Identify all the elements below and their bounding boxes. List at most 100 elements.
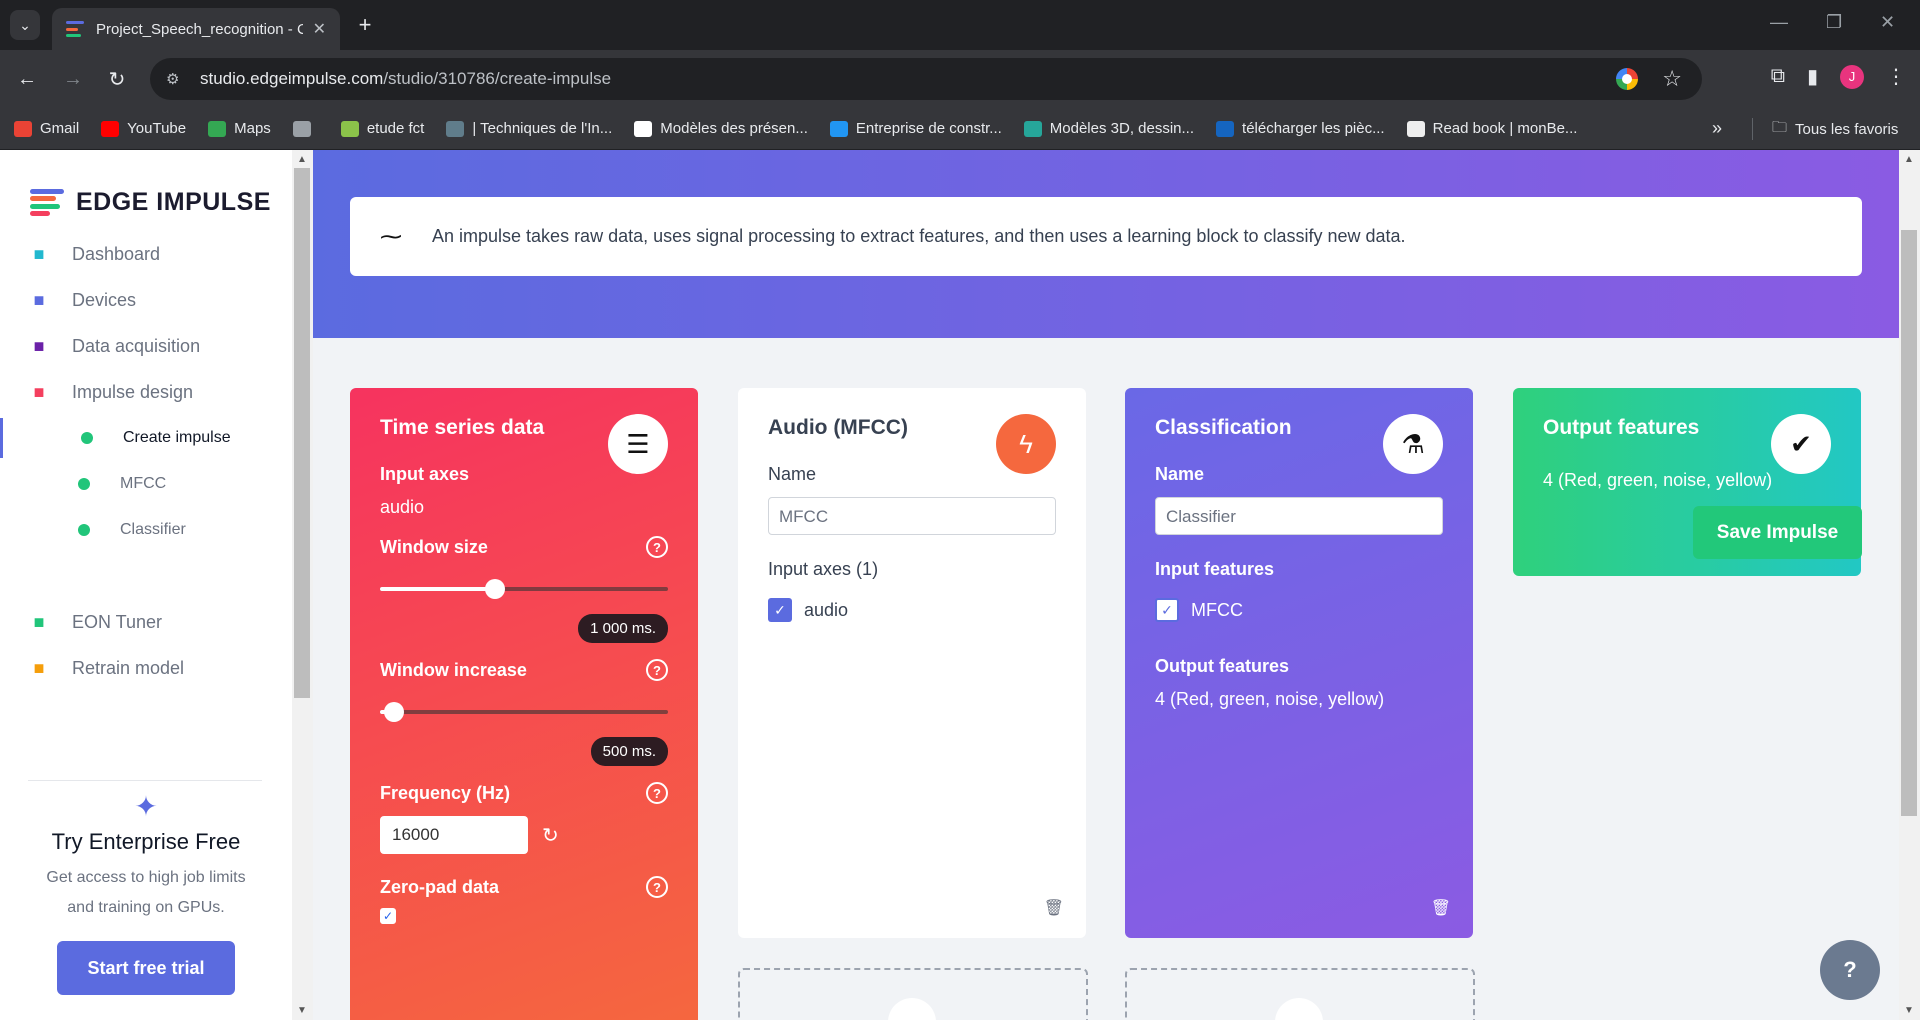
minimize-icon[interactable]: — [1770, 12, 1788, 33]
bookmark-item[interactable]: Modèles 3D, dessin... [1023, 120, 1194, 137]
scroll-down-icon[interactable]: ▼ [1904, 1005, 1914, 1016]
axis-checkbox[interactable]: ✓ [768, 598, 792, 622]
window-close-icon[interactable]: ✕ [1880, 12, 1895, 33]
window-size-value: 1 000 ms. [578, 614, 668, 643]
bookmark-star-icon[interactable]: ☆ [1662, 66, 1682, 92]
bookmark-item[interactable]: Gmail [14, 120, 79, 137]
enterprise-title: Try Enterprise Free [51, 829, 241, 854]
block-name-input[interactable]: MFCC [768, 497, 1056, 535]
sidebar-item-create-impulse[interactable]: Create impulse [0, 418, 292, 458]
bookmark-item[interactable]: | Techniques de l'In... [446, 120, 612, 137]
google-lens-icon[interactable] [1616, 68, 1639, 90]
page-scrollbar[interactable]: ▲ ▼ [1899, 150, 1920, 1020]
side-panel-icon[interactable]: ▮ [1807, 64, 1818, 89]
help-icon[interactable]: ? [646, 659, 668, 681]
forward-icon[interactable]: → [58, 64, 88, 94]
help-icon[interactable]: ? [646, 876, 668, 898]
add-learning-block-placeholder[interactable] [1125, 968, 1475, 1020]
site-info-icon[interactable]: ⚙ [166, 70, 186, 88]
frequency-label: Frequency (Hz) [380, 782, 511, 803]
classification-card: Classification ⚗ Name Classifier Input f… [1125, 388, 1473, 938]
bookmark-icon [1023, 120, 1042, 137]
bookmark-item[interactable]: Maps [208, 120, 271, 137]
pulse-icon: ⁓ [380, 223, 402, 249]
bookmark-item[interactable]: YouTube [101, 120, 186, 137]
add-processing-block-placeholder[interactable] [738, 968, 1088, 1020]
trash-icon[interactable]: 🗑 [1044, 898, 1064, 918]
sidebar-item-data-acquisition[interactable]: ■ Data acquisition [0, 326, 292, 366]
input-features-label: Input features [1155, 559, 1275, 579]
bookmark-item[interactable]: Read book | monBe... [1406, 120, 1577, 137]
sparkle-icon: ✦ [134, 791, 158, 822]
enterprise-desc: Get access to high job limits and trainin… [46, 869, 246, 916]
add-block-icon[interactable] [1275, 998, 1323, 1020]
slider-handle[interactable] [485, 579, 506, 599]
zero-pad-checkbox[interactable]: ✓ [380, 908, 396, 924]
brand-name: EDGE IMPULSE [76, 188, 271, 216]
scroll-up-icon[interactable]: ▲ [1904, 154, 1914, 165]
help-button[interactable]: ? [1820, 940, 1880, 1000]
sidebar-item-dashboard[interactable]: ■ Dashboard [0, 234, 292, 274]
bookmark-item[interactable]: etude fct [340, 120, 424, 137]
add-block-icon[interactable] [888, 998, 936, 1020]
scroll-up-icon[interactable]: ▲ [297, 154, 307, 165]
sidebar-scrollbar[interactable]: ▲ ▼ [292, 150, 313, 1020]
pulse-icon: ■ [33, 381, 45, 402]
extensions-icon[interactable]: ⧉ [1771, 65, 1785, 88]
profile-avatar[interactable]: J [1840, 64, 1864, 89]
menu-icon[interactable]: ⋮ [1886, 64, 1906, 89]
new-tab-button[interactable]: + [350, 10, 380, 40]
output-features-value: 4 (Red, green, noise, yellow) [1155, 689, 1385, 709]
output-features-value: 4 (Red, green, noise, yellow) [1543, 470, 1773, 490]
close-tab-icon[interactable]: ✕ [313, 19, 326, 39]
reset-icon[interactable]: ↻ [542, 823, 559, 848]
tab-search-button[interactable]: ⌄ [10, 10, 40, 40]
scrollbar-thumb[interactable] [1901, 230, 1917, 816]
sidebar-item-classifier[interactable]: Classifier [0, 510, 292, 550]
header-banner: ⁓ An impulse takes raw data, uses signal… [313, 150, 1899, 338]
back-icon[interactable]: ← [12, 64, 42, 94]
chip-icon: ■ [33, 289, 45, 310]
sidebar-item-mfcc[interactable]: MFCC [0, 464, 292, 504]
feature-checkbox[interactable]: ✓ [1155, 598, 1179, 622]
trash-icon[interactable]: 🗑 [1431, 898, 1451, 918]
sidebar-item-devices[interactable]: ■ Devices [0, 280, 292, 320]
scrollbar-thumb[interactable] [294, 168, 310, 698]
sidebar-item-eon-tuner[interactable]: ■ EON Tuner [0, 602, 292, 642]
bookmark-icon [829, 120, 848, 137]
maps-icon [208, 120, 227, 137]
sidebar-item-retrain-model[interactable]: ■ Retrain model [0, 648, 292, 688]
start-free-trial-button[interactable]: Start free trial [57, 941, 235, 995]
bookmark-item[interactable]: télécharger les pièc... [1216, 120, 1385, 137]
compass-icon: ■ [33, 611, 45, 632]
database-icon: ■ [33, 335, 45, 356]
scroll-down-icon[interactable]: ▼ [297, 1005, 307, 1016]
bookmark-item[interactable]: Modèles des présen... [634, 120, 808, 137]
browser-tab[interactable]: Project_Speech_recognition - C ✕ [52, 8, 340, 50]
sidebar: EDGE IMPULSE ■ Dashboard ■ Devices ■ Data acq… [0, 150, 292, 1020]
reload-icon[interactable]: ↻ [102, 64, 132, 94]
help-icon[interactable]: ? [646, 782, 668, 804]
enterprise-promo: ✦ Try Enterprise Free Get access to high… [0, 790, 292, 995]
block-name-input[interactable]: Classifier [1155, 497, 1443, 535]
tab-title: Project_Speech_recognition - C [96, 20, 303, 38]
frequency-input[interactable]: 16000 [380, 816, 528, 854]
save-impulse-button[interactable]: Save Impulse [1693, 506, 1862, 559]
bookmark-item[interactable]: Entreprise de constr... [829, 120, 1002, 137]
restore-icon[interactable]: ❐ [1826, 12, 1842, 33]
help-icon[interactable]: ? [646, 536, 668, 558]
edge-impulse-logo[interactable]: EDGE IMPULSE [30, 188, 271, 217]
more-bookmarks-icon[interactable]: » [1712, 118, 1722, 139]
window-size-slider[interactable] [380, 579, 668, 599]
bookmark-item[interactable] [292, 120, 319, 137]
address-bar[interactable]: ⚙ studio.edgeimpulse.com/studio/310786/c… [150, 58, 1702, 100]
sidebar-item-impulse-design[interactable]: ■ Impulse design [0, 372, 292, 412]
youtube-icon [101, 120, 120, 137]
zero-pad-label: Zero-pad data [380, 876, 500, 897]
input-axes-value: audio [380, 497, 425, 517]
folder-icon: 🗀 [1772, 118, 1788, 136]
checkmark-icon: ✔ [1771, 414, 1831, 474]
slider-handle[interactable] [384, 702, 405, 722]
all-bookmarks-folder[interactable]: 🗀 Tous les favoris [1772, 108, 1898, 150]
window-increase-slider[interactable] [380, 702, 668, 722]
